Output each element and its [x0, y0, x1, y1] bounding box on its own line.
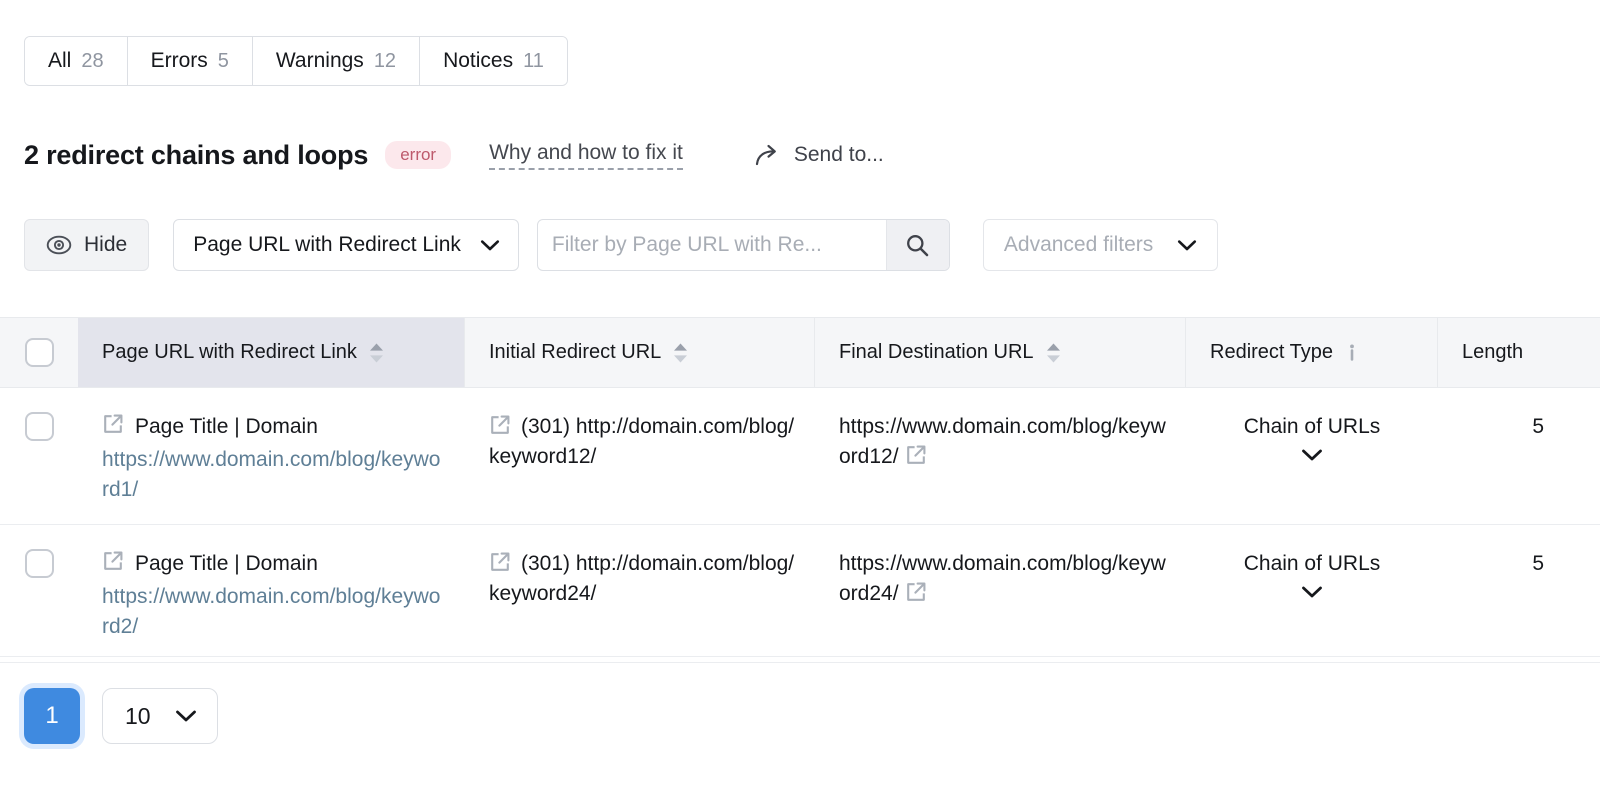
column-header-label: Redirect Type — [1210, 341, 1333, 364]
cell-redirect-type: Chain of URLs — [1186, 388, 1438, 524]
row-select-cell — [0, 525, 78, 661]
column-header-label: Initial Redirect URL — [489, 341, 661, 364]
row-checkbox[interactable] — [25, 549, 54, 578]
tab-warnings[interactable]: Warnings 12 — [253, 37, 420, 85]
column-select-value: Page URL with Redirect Link — [193, 233, 461, 257]
tab-notices-label: Notices — [443, 49, 513, 73]
row-checkbox[interactable] — [25, 412, 54, 441]
cell-final-destination-url: https://www.domain.com/blog/keyword12/ — [815, 388, 1186, 524]
tab-errors[interactable]: Errors 5 — [128, 37, 253, 85]
chevron-down-icon — [1301, 585, 1323, 599]
search-icon — [905, 233, 930, 258]
final-destination-url-text[interactable]: https://www.domain.com/blog/keyword24/ — [839, 552, 1166, 605]
status-badge: error — [385, 141, 451, 169]
tab-all[interactable]: All 28 — [25, 37, 128, 85]
per-page-select[interactable]: 10 — [102, 688, 218, 744]
column-header-page-url[interactable]: Page URL with Redirect Link — [78, 318, 465, 387]
table-header-row: Page URL with Redirect Link Initial Redi… — [0, 318, 1600, 388]
tab-notices[interactable]: Notices 11 — [420, 37, 567, 85]
chevron-down-icon — [1301, 448, 1323, 462]
initial-redirect-url-text[interactable]: (301) http://domain.com/blog/keyword24/ — [489, 552, 794, 605]
sort-icon — [672, 342, 689, 364]
sort-icon — [1045, 342, 1062, 364]
send-to-label: Send to... — [794, 143, 884, 167]
page-title-text: Page Title | Domain — [135, 412, 318, 442]
select-all-header — [0, 318, 78, 387]
filter-toolbar: Hide Page URL with Redirect Link Advance… — [24, 219, 1218, 271]
send-to-button[interactable]: Send to... — [755, 143, 884, 167]
sort-icon — [368, 342, 385, 364]
tab-warnings-count: 12 — [374, 50, 396, 73]
advanced-filters-label: Advanced filters — [1004, 233, 1153, 257]
external-link-icon — [489, 414, 511, 436]
page-title: 2 redirect chains and loops — [24, 140, 368, 171]
select-all-checkbox[interactable] — [25, 338, 54, 367]
cell-initial-redirect-url: (301) http://domain.com/blog/keyword12/ — [465, 388, 815, 524]
tab-all-count: 28 — [81, 50, 103, 73]
redirect-type-text: Chain of URLs — [1244, 552, 1381, 575]
initial-redirect-url-text[interactable]: (301) http://domain.com/blog/keyword12/ — [489, 415, 794, 468]
page-title-line[interactable]: Page Title | Domain — [102, 549, 445, 579]
cell-length: 5 — [1438, 388, 1600, 524]
cell-initial-redirect-url: (301) http://domain.com/blog/keyword24/ — [465, 525, 815, 661]
column-header-redirect-type: Redirect Type — [1186, 318, 1438, 387]
cell-page-url: Page Title | Domain https://www.domain.c… — [78, 525, 465, 661]
column-header-label: Length — [1462, 341, 1523, 364]
table-row: Page Title | Domain https://www.domain.c… — [0, 388, 1600, 525]
share-arrow-icon — [755, 143, 781, 167]
cell-length: 5 — [1438, 525, 1600, 661]
cell-redirect-type: Chain of URLs — [1186, 525, 1438, 661]
external-link-icon — [489, 551, 511, 573]
issues-table: Page URL with Redirect Link Initial Redi… — [0, 317, 1600, 663]
column-header-label: Page URL with Redirect Link — [102, 341, 357, 364]
search-button[interactable] — [886, 220, 949, 270]
expand-redirect-type-button[interactable] — [1196, 448, 1428, 462]
external-link-icon — [102, 549, 124, 573]
tab-all-label: All — [48, 49, 71, 73]
external-link-icon — [905, 585, 927, 608]
column-header-label: Final Destination URL — [839, 341, 1034, 364]
search-input[interactable] — [538, 220, 886, 270]
filter-search — [537, 219, 950, 271]
chevron-down-icon — [175, 709, 197, 723]
page-title-text: Page Title | Domain — [135, 549, 318, 579]
table-row: Page Title | Domain https://www.domain.c… — [0, 525, 1600, 662]
page-url-link[interactable]: https://www.domain.com/blog/keyword1/ — [102, 445, 445, 505]
pagination: 1 10 — [24, 688, 218, 744]
tab-errors-label: Errors — [151, 49, 208, 73]
hide-button-label: Hide — [84, 233, 127, 257]
info-icon[interactable] — [1344, 342, 1360, 364]
cell-final-destination-url: https://www.domain.com/blog/keyword24/ — [815, 525, 1186, 661]
column-select[interactable]: Page URL with Redirect Link — [173, 219, 519, 271]
severity-tab-group: All 28 Errors 5 Warnings 12 Notices 11 — [24, 36, 568, 86]
redirect-type-text: Chain of URLs — [1244, 415, 1381, 438]
expand-redirect-type-button[interactable] — [1196, 585, 1428, 599]
advanced-filters-button[interactable]: Advanced filters — [983, 219, 1218, 271]
tab-errors-count: 5 — [218, 50, 229, 73]
page-url-link[interactable]: https://www.domain.com/blog/keyword2/ — [102, 582, 445, 642]
tab-notices-count: 11 — [523, 50, 544, 73]
cell-page-url: Page Title | Domain https://www.domain.c… — [78, 388, 465, 524]
final-destination-url-text[interactable]: https://www.domain.com/blog/keyword12/ — [839, 415, 1166, 468]
tab-warnings-label: Warnings — [276, 49, 364, 73]
why-and-how-to-fix-it-link[interactable]: Why and how to fix it — [489, 141, 683, 170]
table-bottom-divider — [0, 656, 1600, 657]
external-link-icon — [102, 412, 124, 436]
page-title-line[interactable]: Page Title | Domain — [102, 412, 445, 442]
pagination-page-1[interactable]: 1 — [24, 688, 80, 744]
column-header-final-destination-url[interactable]: Final Destination URL — [815, 318, 1186, 387]
external-link-icon — [905, 448, 927, 471]
issue-header: 2 redirect chains and loops error Why an… — [24, 133, 884, 177]
column-header-length: Length — [1438, 318, 1600, 387]
hide-button[interactable]: Hide — [24, 219, 149, 271]
chevron-down-icon — [480, 239, 500, 252]
chevron-down-icon — [1177, 239, 1197, 252]
row-select-cell — [0, 388, 78, 524]
column-header-initial-redirect-url[interactable]: Initial Redirect URL — [465, 318, 815, 387]
per-page-value: 10 — [125, 703, 151, 730]
eye-icon — [46, 235, 72, 255]
